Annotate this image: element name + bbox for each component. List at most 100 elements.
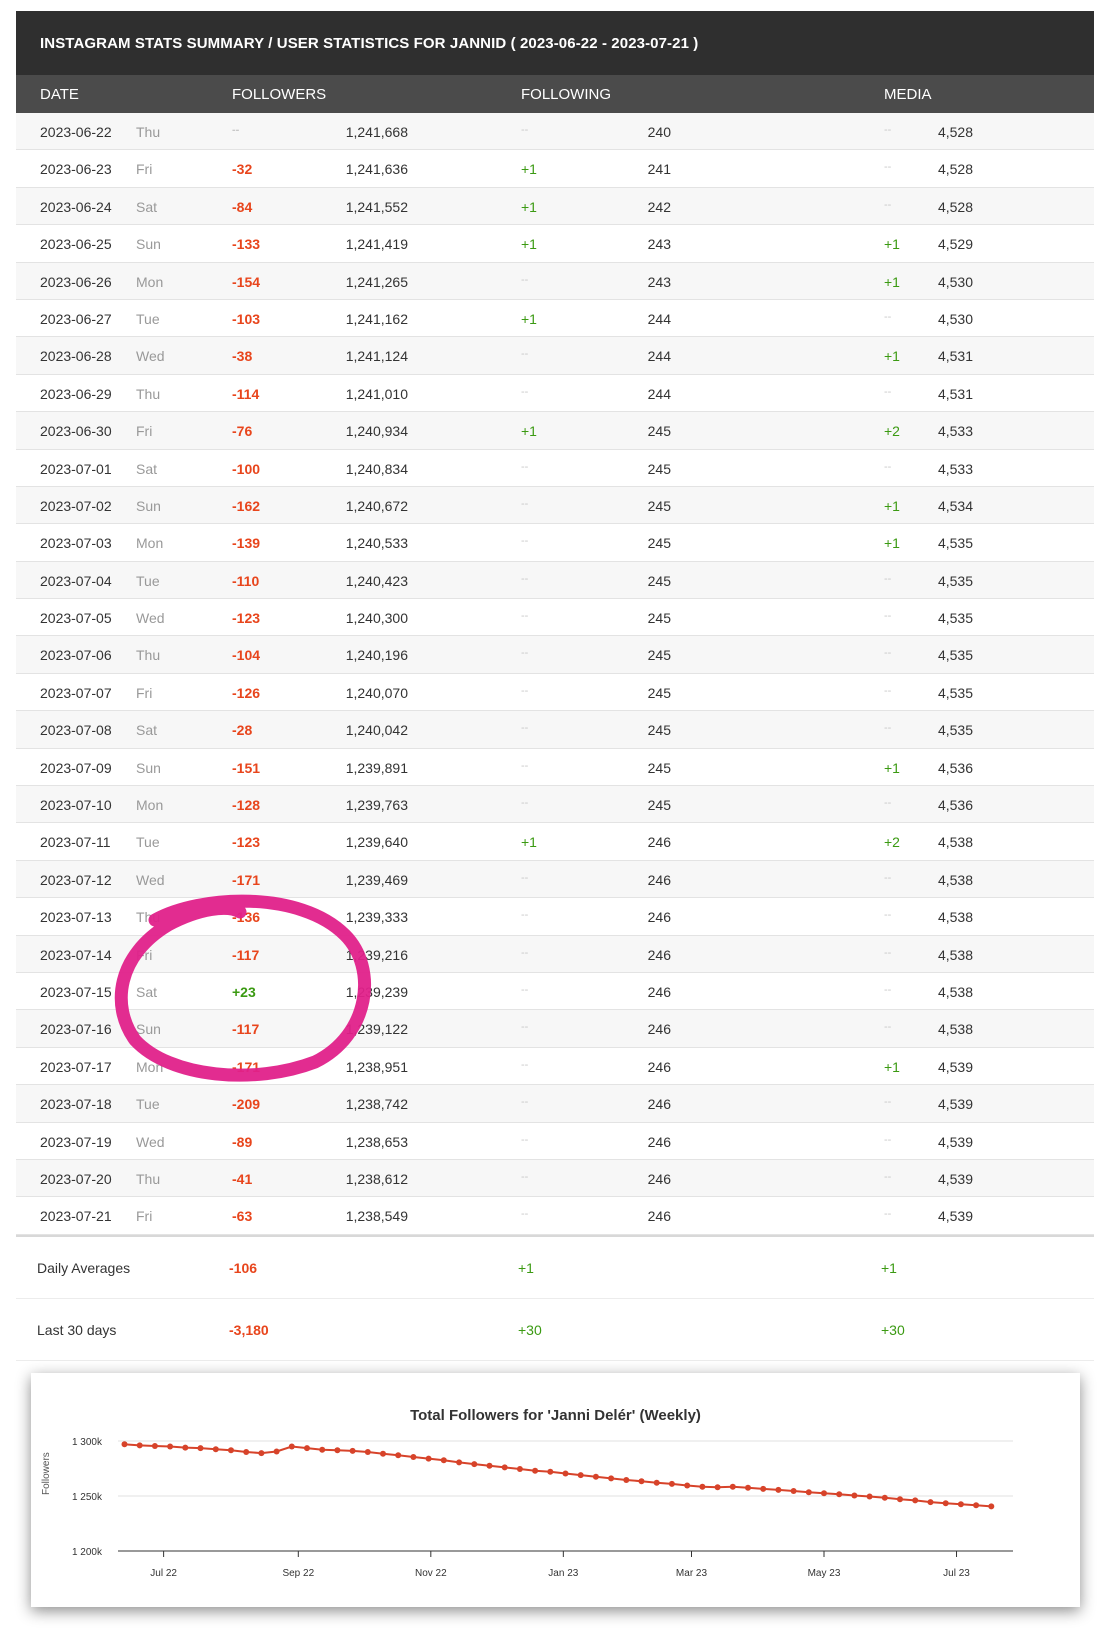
table-row: 2023-07-01 Sat -100 1,240,834 -- 245 -- 4,533 <box>16 449 1094 487</box>
data-point <box>349 1447 356 1454</box>
row-followers-total: 1,241,636 <box>345 161 408 178</box>
data-point <box>592 1473 599 1480</box>
table-row: 2023-06-25 Sun -133 1,241,419 +1 243 +1 4,529 <box>16 225 1094 263</box>
row-followers-delta: -41 <box>232 1170 253 1187</box>
row-media-total: 4,528 <box>937 198 973 215</box>
row-followers-total: 1,241,419 <box>345 236 408 253</box>
row-following-delta: -- <box>521 572 529 585</box>
row-followers-total: 1,240,672 <box>345 497 408 514</box>
data-point <box>501 1464 508 1471</box>
row-day: Tue <box>136 834 160 851</box>
summary-following: +1 <box>518 1259 534 1276</box>
row-following-total: 245 <box>647 610 671 627</box>
data-point <box>775 1486 782 1493</box>
data-point <box>364 1449 371 1455</box>
row-day: Mon <box>136 535 164 552</box>
row-following-delta: +1 <box>521 423 537 440</box>
header-date: DATE <box>40 86 79 103</box>
data-point <box>516 1466 523 1472</box>
row-day: Thu <box>136 647 161 664</box>
table-body: 2023-06-22 Thu -- 1,241,668 -- 240 -- 4,528 2023… <box>16 113 1094 1235</box>
row-following-delta: -- <box>521 871 529 884</box>
data-point <box>121 1441 128 1448</box>
row-following-delta: -- <box>521 983 529 996</box>
data-point <box>760 1485 767 1492</box>
data-point <box>243 1449 250 1455</box>
x-tick-label: Jan 23 <box>548 1568 578 1579</box>
row-followers-delta: -89 <box>232 1133 253 1150</box>
row-followers-delta: -136 <box>232 909 261 926</box>
summary-following: +30 <box>518 1321 542 1338</box>
row-following-delta: -- <box>521 647 529 660</box>
row-following-total: 243 <box>647 236 671 253</box>
x-tick-label: Jul 22 <box>150 1568 177 1579</box>
row-date: 2023-07-11 <box>40 834 111 851</box>
row-following-total: 245 <box>647 647 671 664</box>
data-point <box>577 1472 584 1479</box>
row-followers-total: 1,240,533 <box>345 535 408 552</box>
y-tick-label: 1 200k <box>72 1547 103 1558</box>
row-date: 2023-07-14 <box>40 946 112 963</box>
series-line <box>124 1443 992 1508</box>
row-date: 2023-06-30 <box>40 423 112 440</box>
row-following-total: 246 <box>647 909 671 926</box>
row-date: 2023-07-02 <box>40 497 112 514</box>
row-followers-total: 1,239,469 <box>345 871 408 888</box>
row-following-total: 245 <box>647 684 671 701</box>
row-following-delta: -- <box>521 722 529 735</box>
row-following-total: 246 <box>647 871 671 888</box>
data-point <box>608 1475 615 1482</box>
row-media-total: 4,530 <box>937 310 973 327</box>
row-date: 2023-06-22 <box>40 124 112 140</box>
row-media-delta: -- <box>884 1096 892 1109</box>
data-point <box>836 1491 843 1498</box>
row-followers-delta: -126 <box>232 684 261 701</box>
row-followers-total: 1,240,423 <box>345 572 408 589</box>
row-media-total: 4,539 <box>937 1170 973 1187</box>
row-following-total: 244 <box>647 310 671 327</box>
row-media-delta: -- <box>884 124 892 136</box>
row-day: Mon <box>136 273 164 290</box>
row-following-total: 244 <box>647 385 671 402</box>
row-followers-total: 1,239,891 <box>345 759 408 776</box>
row-following-total: 241 <box>647 161 671 178</box>
row-followers-total: 1,240,196 <box>345 647 408 664</box>
table-row: 2023-07-21 Fri -63 1,238,549 -- 246 -- 4,539 <box>16 1197 1094 1235</box>
row-media-total: 4,535 <box>937 722 973 739</box>
row-media-delta: -- <box>884 310 892 323</box>
x-tick-label: May 23 <box>808 1568 841 1579</box>
row-day: Wed <box>136 871 165 888</box>
row-media-delta: +1 <box>884 759 900 776</box>
row-following-delta: -- <box>521 497 529 510</box>
data-point <box>182 1444 189 1451</box>
row-date: 2023-06-26 <box>40 273 112 290</box>
row-followers-total: 1,241,162 <box>345 310 408 327</box>
row-date: 2023-06-23 <box>40 161 112 178</box>
row-media-total: 4,529 <box>937 236 973 253</box>
row-date: 2023-07-20 <box>40 1170 112 1187</box>
row-followers-total: 1,240,300 <box>345 610 408 627</box>
data-point <box>258 1450 265 1457</box>
row-followers-delta: -123 <box>232 834 261 851</box>
row-date: 2023-06-24 <box>40 198 112 215</box>
data-point <box>927 1499 934 1506</box>
row-followers-total: 1,238,951 <box>345 1058 408 1075</box>
table-row: 2023-07-20 Thu -41 1,238,612 -- 246 -- 4,539 <box>16 1159 1094 1198</box>
row-media-delta: -- <box>884 983 892 996</box>
data-point <box>212 1446 219 1453</box>
row-following-delta: -- <box>521 909 529 922</box>
row-day: Wed <box>136 1133 165 1150</box>
row-following-delta: -- <box>521 1208 529 1221</box>
row-following-delta: -- <box>521 1170 529 1183</box>
row-media-delta: +1 <box>884 273 900 290</box>
row-media-total: 4,535 <box>937 572 973 589</box>
row-day: Fri <box>136 684 153 701</box>
table-row: 2023-07-17 Mon -171 1,238,951 -- 246 +1 4,539 <box>16 1047 1094 1086</box>
table-row: 2023-06-28 Wed -38 1,241,124 -- 244 +1 4,531 <box>16 337 1094 375</box>
summary-section: Daily Averages -106 +1 +1 Last 30 days -… <box>16 1234 1094 1361</box>
data-point <box>973 1502 980 1509</box>
row-media-total: 4,531 <box>937 385 973 402</box>
row-following-delta: -- <box>521 273 529 286</box>
row-media-total: 4,534 <box>937 497 973 514</box>
row-followers-total: 1,238,549 <box>345 1208 408 1225</box>
